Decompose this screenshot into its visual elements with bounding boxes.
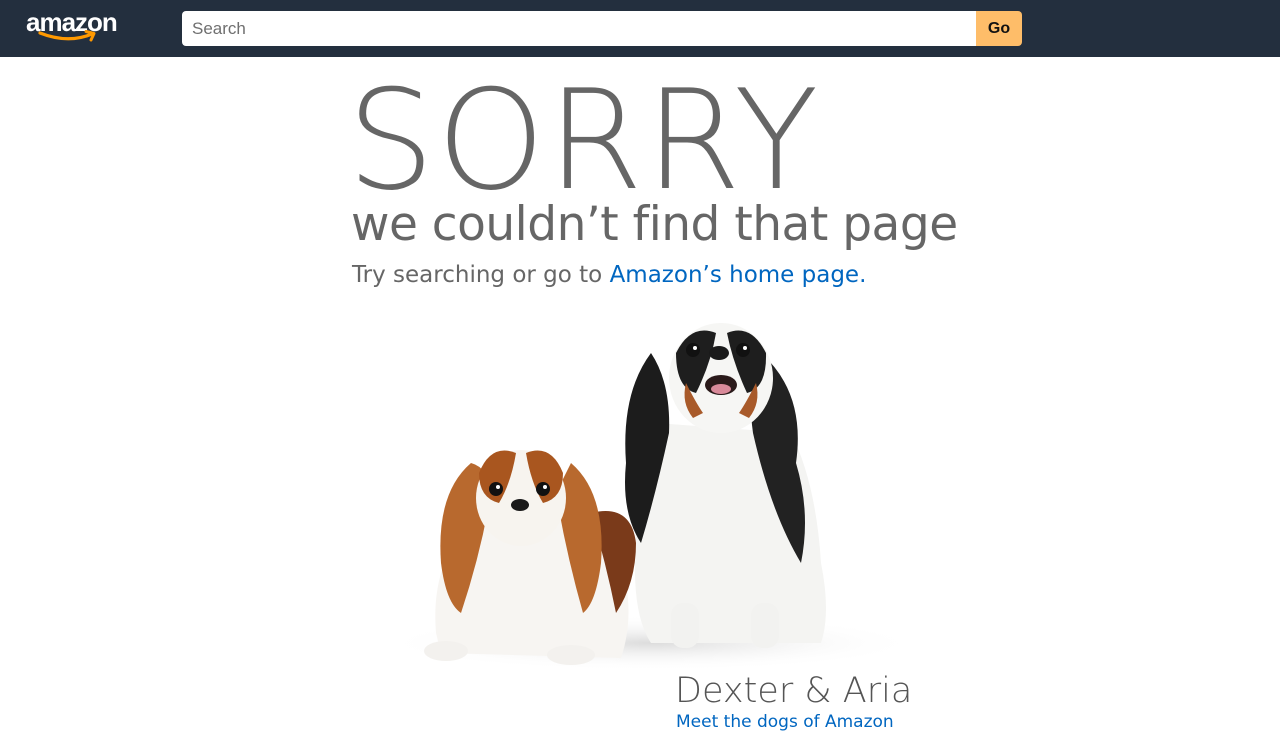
error-content: SORRY we couldn’t find that page Try sea… bbox=[347, 57, 958, 733]
go-button[interactable]: Go bbox=[976, 11, 1022, 46]
amazon-smile-icon bbox=[38, 30, 96, 42]
tricolor-dog bbox=[625, 323, 826, 648]
search-form: Go bbox=[182, 11, 1022, 46]
meet-the-dogs-link[interactable]: Meet the dogs of Amazon bbox=[676, 711, 894, 733]
dogs-caption: Dexter & Aria bbox=[675, 671, 913, 711]
blenheim-dog bbox=[424, 450, 636, 665]
sorry-headline: SORRY bbox=[347, 60, 821, 221]
search-input[interactable] bbox=[182, 11, 976, 46]
try-searching-label: Try searching or go to bbox=[352, 262, 610, 288]
top-navigation-bar: amazon Go bbox=[0, 0, 1280, 57]
amazon-logo-link[interactable]: amazon bbox=[26, 8, 136, 48]
try-searching-text: Try searching or go to Amazon’s home pag… bbox=[352, 260, 866, 290]
not-found-subtitle: we couldn’t find that page bbox=[351, 197, 958, 252]
dogs-photo bbox=[381, 323, 911, 671]
home-page-link[interactable]: Amazon’s home page. bbox=[610, 262, 867, 288]
